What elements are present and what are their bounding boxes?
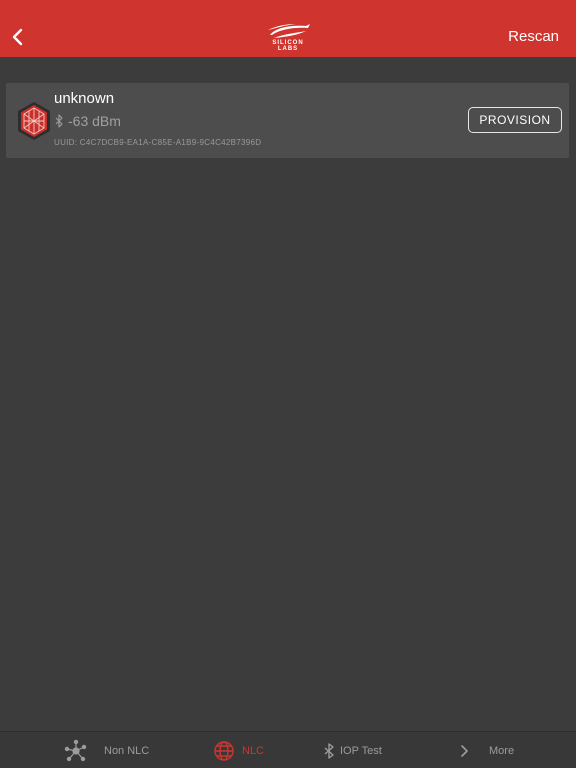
device-uuid: UUID: C4C7DCB9-EA1A-C85E-A1B9-9C4C42B739…	[54, 138, 262, 147]
logo-text: SILICON LABS	[272, 40, 304, 52]
rescan-button[interactable]: Rescan	[508, 28, 559, 45]
tab-label: IOP Test	[340, 744, 382, 757]
tab-label: Non NLC	[104, 744, 150, 757]
tab-label: More	[489, 744, 515, 757]
mesh-node-icon	[14, 101, 54, 141]
tab-label: NLC	[242, 744, 265, 757]
device-list-item[interactable]: unknown -63 dBm UUID: C4C7DCB9-EA1A-C85E…	[6, 83, 569, 158]
chevron-right-icon	[456, 739, 472, 763]
tab-nlc[interactable]: NLC	[212, 732, 264, 768]
tab-non-nlc[interactable]: Non NLC	[64, 732, 149, 768]
tab-bar: Non NLC NLC IOP Test More	[0, 731, 576, 768]
silicon-labs-logo: SILICON LABS	[262, 23, 314, 52]
network-nodes-icon	[64, 739, 88, 763]
tab-more[interactable]: More	[456, 732, 514, 768]
back-button[interactable]	[6, 24, 28, 50]
bluetooth-icon	[54, 114, 64, 128]
bluetooth-icon	[322, 739, 336, 763]
tab-iop-test[interactable]: IOP Test	[322, 732, 382, 768]
navigation-bar: SILICON LABS Rescan	[0, 0, 576, 57]
screen: SILICON LABS Rescan unknown -63 dBm UUID…	[0, 0, 576, 768]
provision-button[interactable]: PROVISION	[468, 107, 562, 133]
globe-icon	[212, 739, 236, 763]
chevron-left-icon	[12, 28, 23, 46]
signal-strength: -63 dBm	[68, 113, 121, 129]
device-name: unknown	[54, 90, 115, 107]
